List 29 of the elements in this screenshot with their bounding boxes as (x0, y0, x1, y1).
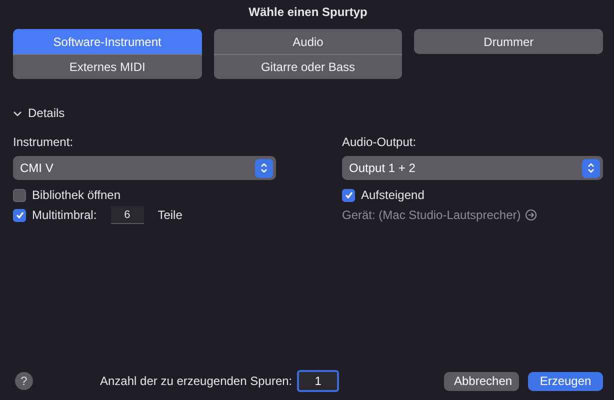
parts-field[interactable]: 6 (110, 206, 144, 224)
track-type-button[interactable]: Drummer (414, 29, 603, 54)
instrument-popup[interactable]: CMI V (13, 156, 276, 180)
parts-label: Teile (158, 208, 182, 222)
track-type-button[interactable]: Externes MIDI (13, 54, 202, 79)
checkbox[interactable] (342, 188, 355, 202)
track-type-button[interactable]: Gitarre oder Bass (214, 54, 402, 79)
checkbox-label: Aufsteigend (361, 188, 424, 202)
checkbox[interactable] (13, 188, 26, 202)
details-disclosure[interactable]: Details (13, 106, 65, 120)
chevron-icon (13, 108, 22, 118)
count-label: Anzahl der zu erzeugenden Spuren: (100, 374, 292, 388)
device-label: Gerät: (Mac Studio-Lautsprecher) (342, 208, 521, 222)
stepper-icon (582, 158, 600, 178)
create-button[interactable]: Erzeugen (528, 372, 603, 390)
output-label: Audio-Output: (342, 134, 418, 150)
cancel-button[interactable]: Abbrechen (444, 372, 519, 390)
window-title: Wähle einen Spurtyp (248, 4, 368, 21)
instrument-label: Instrument: (13, 134, 74, 150)
track-type-button[interactable]: Software-Instrument (13, 29, 202, 54)
help-button[interactable]: ? (15, 372, 33, 390)
checkbox[interactable] (13, 208, 26, 222)
checkbox-label: Multitimbral: (32, 208, 97, 222)
output-popup[interactable]: Output 1 + 2 (342, 156, 603, 180)
track-type-button[interactable]: Audio (214, 29, 402, 54)
checkbox-label: Bibliothek öffnen (32, 188, 121, 202)
arrow-circle-icon[interactable] (524, 209, 537, 221)
stepper-icon (255, 158, 273, 178)
count-field[interactable]: 1 (297, 370, 340, 392)
